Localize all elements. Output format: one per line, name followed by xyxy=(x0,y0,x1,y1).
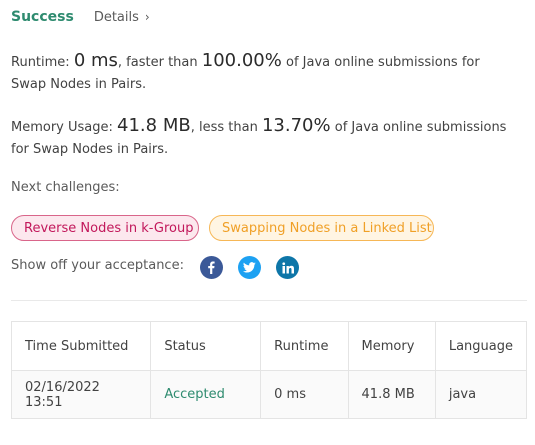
facebook-glyph xyxy=(208,261,215,274)
cell-runtime: 0 ms xyxy=(260,370,349,419)
linkedin-glyph xyxy=(281,261,294,273)
column-header-runtime: Runtime xyxy=(260,321,349,371)
table-header-row: Time Submitted Status Runtime Memory Lan… xyxy=(10,321,528,371)
column-header-status: Status xyxy=(150,321,262,371)
memory-less-text: , less than xyxy=(190,120,258,135)
details-label: Details xyxy=(93,10,139,25)
table-row[interactable]: 02/16/2022 13:51 Accepted 0 ms 41.8 MB j… xyxy=(10,370,528,419)
linkedin-icon[interactable] xyxy=(276,256,299,279)
memory-value: 41.8 MB xyxy=(117,115,191,136)
divider xyxy=(11,300,527,301)
chevron-right-icon: › xyxy=(144,10,150,24)
runtime-stat: Runtime: 0 ms, faster than 100.00% of Ja… xyxy=(11,50,516,96)
runtime-faster-text: , faster than xyxy=(117,55,198,70)
submissions-table: Time Submitted Status Runtime Memory Lan… xyxy=(10,321,528,419)
details-link[interactable]: Details › xyxy=(94,10,150,25)
column-header-language: Language xyxy=(434,321,528,371)
twitter-glyph xyxy=(243,262,256,273)
runtime-percent: 100.00% xyxy=(201,50,282,71)
share-label: Show off your acceptance: xyxy=(11,258,184,273)
cell-language: java xyxy=(434,370,528,419)
column-header-memory: Memory xyxy=(347,321,436,371)
challenge-chip-reverse-nodes-in-k-group[interactable]: Reverse Nodes in k-Group xyxy=(11,215,199,241)
cell-time-submitted: 02/16/2022 13:51 xyxy=(10,370,152,419)
runtime-value: 0 ms xyxy=(73,50,118,71)
challenge-chip-swapping-nodes-in-a-linked-list[interactable]: Swapping Nodes in a Linked List xyxy=(209,215,434,241)
next-challenges-label: Next challenges: xyxy=(11,180,120,195)
memory-percent: 13.70% xyxy=(261,115,331,136)
memory-stat: Memory Usage: 41.8 MB, less than 13.70% … xyxy=(11,115,516,161)
twitter-icon[interactable] xyxy=(238,256,261,279)
result-header: Success Details › xyxy=(11,9,150,25)
status-title: Success xyxy=(11,9,74,25)
facebook-icon[interactable] xyxy=(200,256,223,279)
memory-label: Memory Usage: xyxy=(11,120,113,135)
cell-status-link[interactable]: Accepted xyxy=(150,370,262,419)
cell-memory: 41.8 MB xyxy=(347,370,436,419)
runtime-label: Runtime: xyxy=(11,55,70,70)
column-header-time-submitted: Time Submitted xyxy=(10,321,152,371)
